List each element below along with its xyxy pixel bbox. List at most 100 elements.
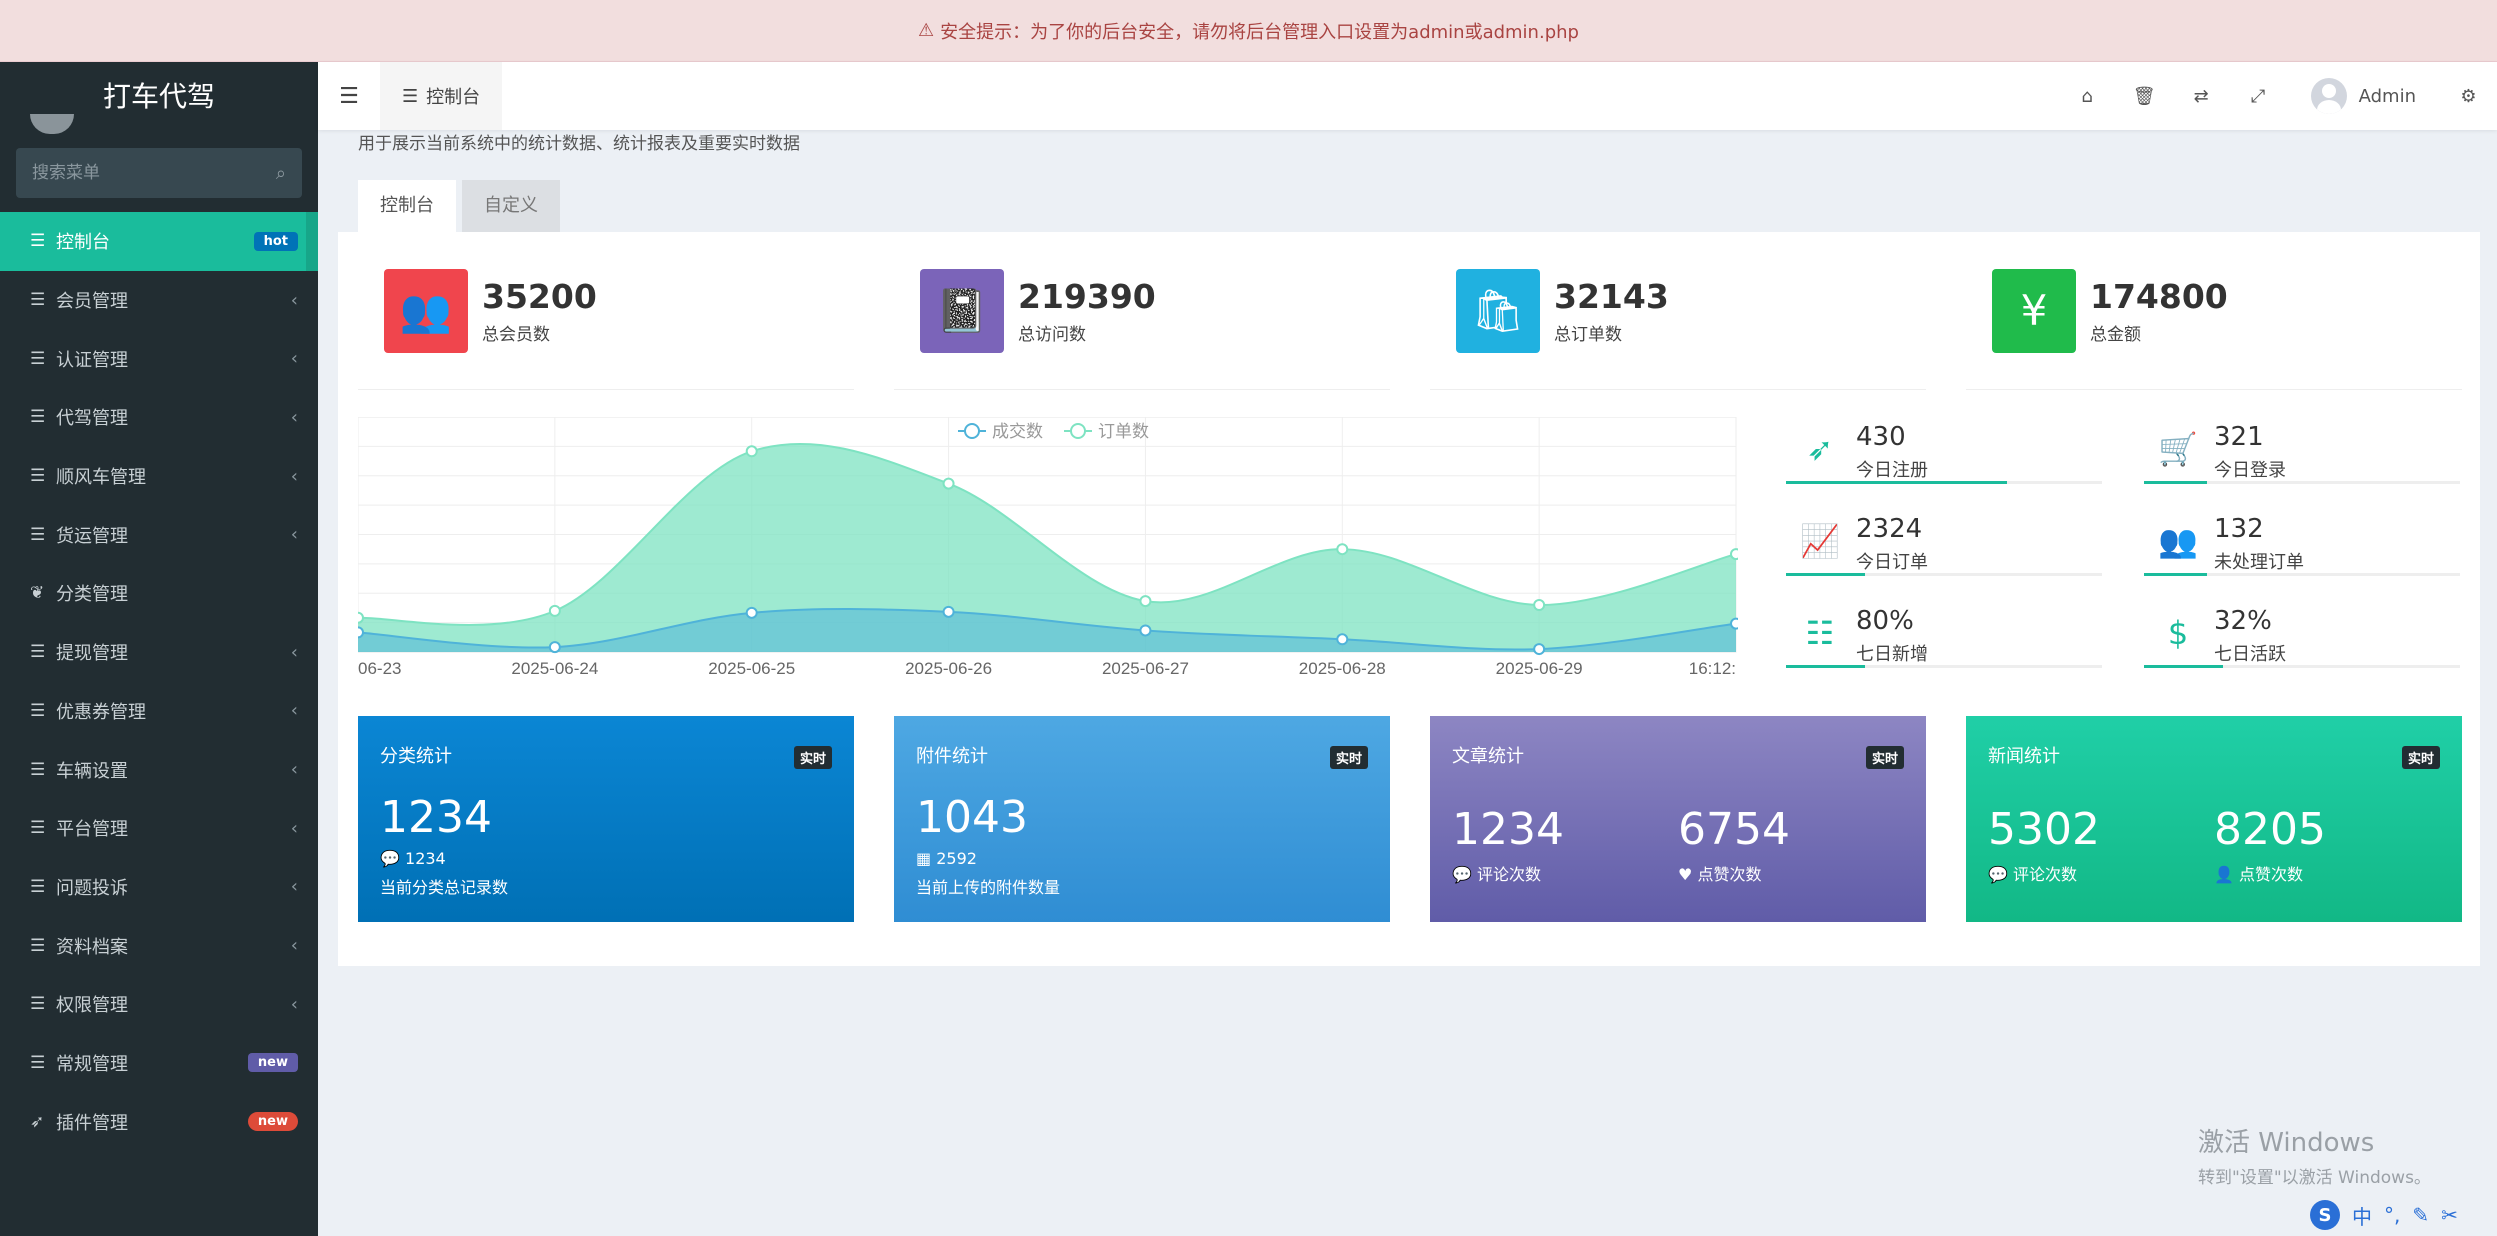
sidebar-item-plugins[interactable]: ➶ 插件管理 new <box>0 1092 318 1151</box>
sidebar-item-carpool[interactable]: ☰ 顺风车管理 ‹ <box>0 447 318 506</box>
search-input[interactable] <box>32 163 252 183</box>
pen-icon[interactable]: ✎ <box>2412 1203 2429 1227</box>
sidebar-item-dashboard[interactable]: ☰ 控制台 hot <box>0 212 318 271</box>
sidebar-item-permissions[interactable]: ☰ 权限管理 ‹ <box>0 975 318 1034</box>
list-icon: ☰ <box>30 818 46 839</box>
sidebar-item-label: 认证管理 <box>56 349 128 371</box>
mini-stat-week-active: $ 32% 七日活跃 <box>2144 606 2460 668</box>
avatar <box>30 114 74 134</box>
yen-icon: ¥ <box>1992 268 2076 353</box>
chevron-left-icon: ‹ <box>290 406 298 428</box>
card-desc: 当前分类总记录数 <box>380 878 509 897</box>
chevron-left-icon: ‹ <box>290 817 298 839</box>
sidebar-item-platform[interactable]: ☰ 平台管理 ‹ <box>0 799 318 858</box>
sidebar-item-auth[interactable]: ☰ 认证管理 ‹ <box>0 329 318 388</box>
sidebar-item-label: 控制台 <box>56 232 110 254</box>
users-icon: 👥 <box>384 268 468 353</box>
mini-stat-value: 80% <box>1856 606 1914 636</box>
sidebar-item-vehicles[interactable]: ☰ 车辆设置 ‹ <box>0 740 318 799</box>
stat-label: 总金额 <box>2090 324 2141 345</box>
stat-total-members: 👥 35200 总会员数 <box>358 232 854 390</box>
hot-badge: hot <box>253 231 298 251</box>
list-icon: ☰ <box>30 642 46 663</box>
sidebar-item-complaints[interactable]: ☰ 问题投诉 ‹ <box>0 858 318 917</box>
card-comment-value: 5302 <box>1988 804 2100 855</box>
realtime-badge: 实时 <box>793 746 832 769</box>
sidebar-item-label: 会员管理 <box>56 291 128 313</box>
sidebar-item-freight[interactable]: ☰ 货运管理 ‹ <box>0 505 318 564</box>
tab-console[interactable]: 控制台 <box>358 180 456 232</box>
user-icon: 👤 <box>2214 865 2234 884</box>
sidebar-item-label: 常规管理 <box>56 1053 128 1075</box>
sidebar-item-label: 问题投诉 <box>56 877 128 899</box>
stat-value: 32143 <box>1554 276 1669 316</box>
x-tick-label: 2025-06-26 <box>905 659 992 678</box>
page-subtitle: 用于展示当前系统中的统计数据、统计报表及重要实时数据 <box>358 134 800 154</box>
sidebar-item-coupons[interactable]: ☰ 优惠券管理 ‹ <box>0 682 318 741</box>
data-point <box>1336 543 1349 556</box>
menu-toggle-icon[interactable]: ☰ <box>318 62 380 130</box>
sidebar-item-driving[interactable]: ☰ 代驾管理 ‹ <box>0 388 318 447</box>
mini-stat-progress <box>2144 665 2223 668</box>
ime-logo-icon[interactable]: S <box>2310 1200 2340 1230</box>
card-title: 附件统计 <box>916 746 988 767</box>
ime-language[interactable]: 中 <box>2352 1201 2372 1230</box>
fullscreen-icon[interactable]: ⤢ <box>2230 86 2287 107</box>
data-point <box>745 606 758 619</box>
new-badge: new <box>247 1053 298 1073</box>
list-icon: ☷ <box>1805 614 1835 652</box>
user-menu[interactable]: Admin <box>2287 78 2440 114</box>
list-icon: ☰ <box>30 994 46 1015</box>
data-point <box>1730 548 1738 561</box>
sidebar-item-withdraw[interactable]: ☰ 提现管理 ‹ <box>0 623 318 682</box>
card-sub-value: 1234 <box>405 849 446 868</box>
sidebar-item-label: 权限管理 <box>56 995 128 1017</box>
ime-toolbar: S 中 °, ✎ ✂ <box>2310 1200 2458 1230</box>
mini-stat-label: 未处理订单 <box>2214 552 2304 573</box>
x-tick-label: 06-23 <box>358 659 401 678</box>
stat-label: 总订单数 <box>1554 324 1622 345</box>
chevron-left-icon: ‹ <box>290 524 298 546</box>
list-icon: ☰ <box>30 466 46 487</box>
sidebar-item-category[interactable]: ❦ 分类管理 <box>0 564 318 623</box>
search-icon[interactable]: ⌕ <box>276 163 286 184</box>
sidebar-item-label: 车辆设置 <box>56 760 128 782</box>
stat-total-orders: 🛍 32143 总订单数 <box>1430 232 1926 390</box>
card-sub-value: 2592 <box>936 849 977 868</box>
data-point <box>358 611 364 624</box>
translate-icon[interactable]: ⇄ <box>2173 86 2230 107</box>
mini-stat-week-new: ☷ 80% 七日新增 <box>1786 606 2102 668</box>
card-like-value: 8205 <box>2214 804 2326 855</box>
mini-stat-label: 七日新增 <box>1856 644 1928 665</box>
card-like-label: 点赞次数 <box>1697 865 1762 884</box>
sidebar: 打车代驾 ⌕ ☰ 控制台 hot ☰ 会员管理 ‹ ☰ 认证管理 ‹ ☰ 代驾管… <box>0 62 318 1236</box>
x-tick-label: 2025-06-28 <box>1299 659 1386 678</box>
sidebar-item-archives[interactable]: ☰ 资料档案 ‹ <box>0 916 318 975</box>
chevron-left-icon: ‹ <box>290 876 298 898</box>
tab-dashboard[interactable]: ☰ 控制台 <box>380 62 503 130</box>
card-comment-label: 评论次数 <box>2013 865 2078 884</box>
sidebar-logo[interactable]: 打车代驾 <box>0 62 318 134</box>
sidebar-item-label: 货运管理 <box>56 525 128 547</box>
sidebar-item-general[interactable]: ☰ 常规管理 new <box>0 1034 318 1093</box>
realtime-badge: 实时 <box>1329 746 1368 769</box>
card-like-label: 点赞次数 <box>2239 865 2304 884</box>
cart-icon: 🛒 <box>2158 430 2198 468</box>
card-like-value: 6754 <box>1678 804 1790 855</box>
home-icon[interactable]: ⌂ <box>2059 86 2116 107</box>
sidebar-menu: ☰ 控制台 hot ☰ 会员管理 ‹ ☰ 认证管理 ‹ ☰ 代驾管理 ‹ ☰ 顺… <box>0 212 318 1151</box>
data-point <box>942 477 955 490</box>
scissors-icon[interactable]: ✂ <box>2441 1203 2458 1227</box>
heart-icon: ♥ <box>1678 865 1693 884</box>
comment-icon: 💬 <box>1988 865 2008 884</box>
tab-custom[interactable]: 自定义 <box>462 180 560 232</box>
comment-icon: 💬 <box>380 849 400 868</box>
mini-stat-progress <box>2144 481 2208 484</box>
top-navbar: ☰ ☰ 控制台 ⌂ 🗑 ⇄ ⤢ Admin ⚙ <box>318 62 2497 130</box>
sidebar-item-members[interactable]: ☰ 会员管理 ‹ <box>0 271 318 330</box>
data-point <box>942 605 955 618</box>
gears-icon[interactable]: ⚙ <box>2440 86 2497 107</box>
list-icon: ☰ <box>30 290 46 311</box>
trash-icon[interactable]: 🗑 <box>2116 86 2173 107</box>
punctuation-icon[interactable]: °, <box>2384 1203 2400 1227</box>
